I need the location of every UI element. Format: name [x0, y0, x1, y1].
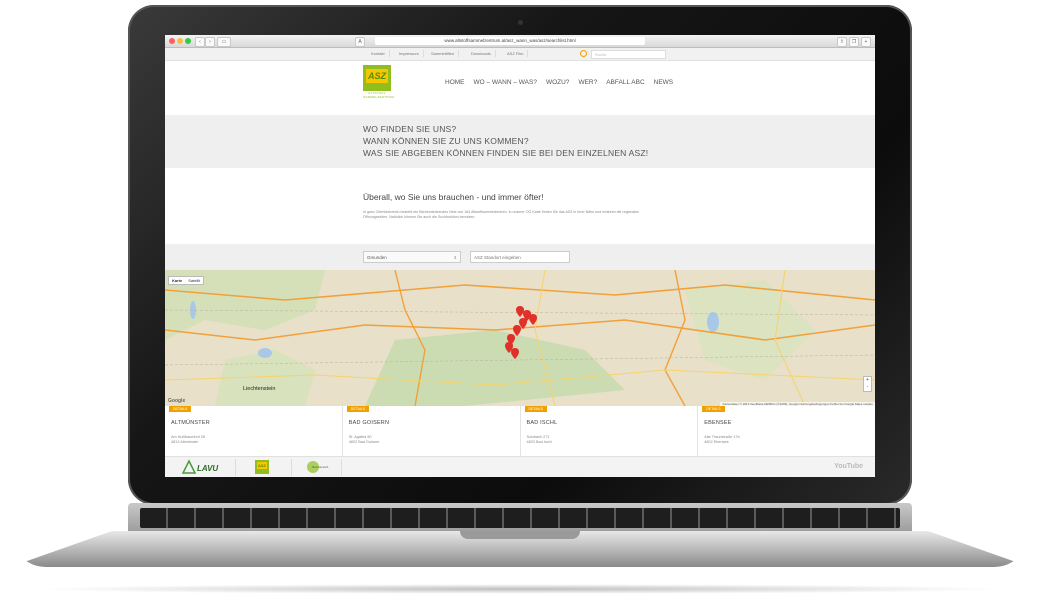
browser-window: ‹ › ▭ A www.altstoffsammelzentrum.at/asz… [165, 35, 875, 477]
location-list: DETAILS ALTMÜNSTER Am Nußbaumhof 28 4813… [165, 406, 875, 456]
lavu-logo[interactable]: LAVU [173, 459, 236, 476]
nav-abfall-abc[interactable]: ABFALL ABC [606, 79, 644, 86]
details-button[interactable]: DETAILS [346, 406, 370, 412]
topbar-link-sammeltiflen[interactable]: Sammeltiflen [427, 50, 460, 57]
text-size-icon[interactable]: A [355, 37, 365, 47]
browser-toolbar: ‹ › ▭ A www.altstoffsammelzentrum.at/asz… [165, 35, 875, 48]
zoom-window-button[interactable] [185, 38, 191, 44]
nav-home[interactable]: HOME [445, 79, 465, 86]
logo-subtitle: ALTSTOFF SAMMELZENTRUM [363, 91, 395, 99]
site-footer: LAVU ASZ Oberösterreich YouTube [165, 456, 875, 477]
share-icon[interactable]: ⇧ [837, 37, 847, 47]
headline-2: WANN KÖNNEN SIE ZU UNS KOMMEN? [363, 136, 529, 146]
camera [518, 20, 523, 25]
filter-band: Gmunden ⇕ ASZ Standort eingeben [165, 244, 875, 270]
select-arrows-icon: ⇕ [453, 255, 457, 260]
location-address: Sulzbach 271 4820 Bad Ischl [527, 435, 552, 445]
details-button[interactable]: DETAILS [702, 406, 725, 412]
sidebar-toggle-icon[interactable]: ▭ [217, 37, 231, 47]
location-name[interactable]: EBENSEE [704, 420, 731, 426]
location-city: 4813 Altmünster [171, 440, 199, 444]
asz-logo[interactable]: ASZ [363, 65, 391, 91]
zoom-in-button[interactable]: + [864, 377, 871, 384]
lavu-logo-graphic: LAVU [181, 459, 218, 474]
laptop-shadow [30, 584, 1010, 594]
map-zoom-control: + - [863, 376, 872, 392]
map-type-satellit[interactable]: Satellit [185, 277, 203, 284]
minimize-window-button[interactable] [177, 38, 183, 44]
search-input[interactable]: Suche [591, 50, 666, 59]
topbar-link-impressum[interactable]: Impressum [395, 50, 424, 57]
google-logo: Google [168, 398, 186, 404]
new-tab-button[interactable]: + [861, 37, 871, 47]
utility-bar: Kontakt Impressum Sammeltiflen Downloads… [165, 48, 875, 61]
asz-footer-logo-text: ASZ [257, 462, 267, 469]
map-label: Liechtenstein [243, 386, 276, 392]
ooe-logo-text: Oberösterreich [311, 466, 329, 469]
tabs-icon[interactable]: ❐ [849, 37, 859, 47]
nav-wozu[interactable]: WOZU? [546, 79, 569, 86]
headline-3: WAS SIE ABGEBEN KÖNNEN FINDEN SIE BEI DE… [363, 148, 649, 158]
zoom-out-button[interactable]: - [864, 384, 871, 391]
intro-text: In ganz Oberösterreich besteht ein fläch… [363, 210, 640, 219]
close-window-button[interactable] [169, 38, 175, 44]
location-card: DETAILS EBENSEE Alte Traunstraße 17b 480… [698, 406, 875, 456]
nav-news[interactable]: NEWS [654, 79, 674, 86]
location-address: Am Nußbaumhof 28 4813 Altmünster [171, 435, 205, 445]
location-card: DETAILS ALTMÜNSTER Am Nußbaumhof 28 4813… [165, 406, 343, 456]
laptop-notch [460, 531, 580, 539]
intro-title: Überall, wo Sie uns brauchen - und immer… [363, 192, 544, 202]
location-card: DETAILS BAD GOISERN St. Agatha 80 4822 B… [343, 406, 521, 456]
url-bar[interactable]: www.altstoffsammelzentrum.at/asz_wann_wa… [375, 37, 645, 45]
youtube-icon[interactable]: YouTube [834, 463, 863, 470]
main-nav: HOME WO – WANN – WAS? WOZU? WER? ABFALL … [445, 79, 673, 86]
laptop-keyboard [140, 508, 900, 528]
location-name[interactable]: BAD ISCHL [527, 420, 558, 426]
details-button[interactable]: DETAILS [524, 406, 547, 412]
nav-wer[interactable]: WER? [578, 79, 597, 86]
location-city: 4802 Ebensee [704, 440, 729, 444]
details-button[interactable]: DETAILS [169, 406, 192, 412]
nav-wo-wann-was[interactable]: WO – WANN – WAS? [474, 79, 537, 86]
forward-button[interactable]: › [205, 37, 215, 47]
topbar-link-kontakt[interactable]: Kontakt [367, 50, 390, 57]
lavu-logo-text: LAVU [197, 464, 218, 473]
map-type-karte[interactable]: Karte [169, 277, 185, 284]
topbar-link-asz-film[interactable]: ASZ Film [503, 50, 529, 57]
location-city: 4820 Bad Ischl [526, 440, 552, 444]
logo-text: ASZ [366, 69, 388, 83]
back-button[interactable]: ‹ [195, 37, 205, 47]
search-icon[interactable] [580, 50, 587, 57]
location-name[interactable]: ALTMÜNSTER [171, 420, 210, 426]
location-city: 4822 Bad Goisern [348, 440, 380, 444]
asz-footer-logo[interactable]: ASZ [243, 459, 292, 476]
location-name[interactable]: BAD GOISERN [349, 420, 389, 426]
location-card: DETAILS BAD ISCHL Sulzbach 271 4820 Bad … [521, 406, 699, 456]
headline-band: WO FINDEN SIE UNS? WANN KÖNNEN SIE ZU UN… [165, 115, 875, 168]
topbar-link-downloads[interactable]: Downloads [467, 50, 496, 57]
headline-1: WO FINDEN SIE UNS? [363, 124, 457, 134]
ooe-logo[interactable]: Oberösterreich [299, 459, 342, 476]
map[interactable]: Karte Satellit Liechtenstein + - Google … [165, 270, 875, 406]
district-value: Gmunden [367, 255, 387, 260]
district-select[interactable]: Gmunden ⇕ [363, 251, 461, 263]
location-address: Alte Traunstraße 17b 4802 Ebensee [704, 435, 739, 445]
location-address: St. Agatha 80 4822 Bad Goisern [349, 435, 380, 445]
standort-input[interactable]: ASZ Standort eingeben [470, 251, 570, 263]
map-type-toggle: Karte Satellit [168, 276, 205, 285]
laptop-base [10, 503, 1030, 581]
site-header: ASZ ALTSTOFF SAMMELZENTRUM HOME WO – WAN… [165, 61, 875, 114]
